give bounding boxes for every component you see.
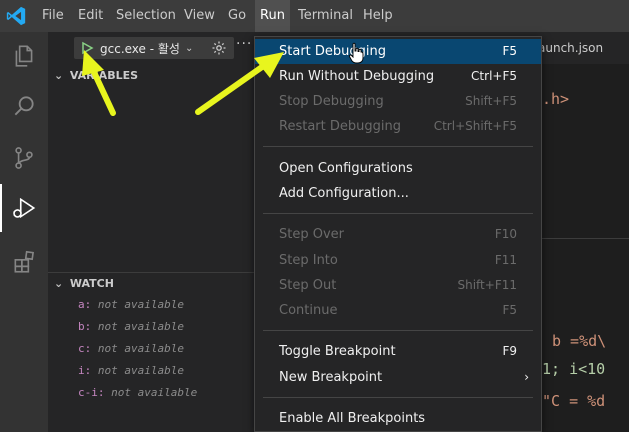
hand-cursor-icon (348, 42, 364, 64)
annotation-arrow-start-debugging (195, 52, 284, 115)
annotation-arrows (82, 50, 284, 116)
annotation-arrow-config (82, 50, 116, 116)
